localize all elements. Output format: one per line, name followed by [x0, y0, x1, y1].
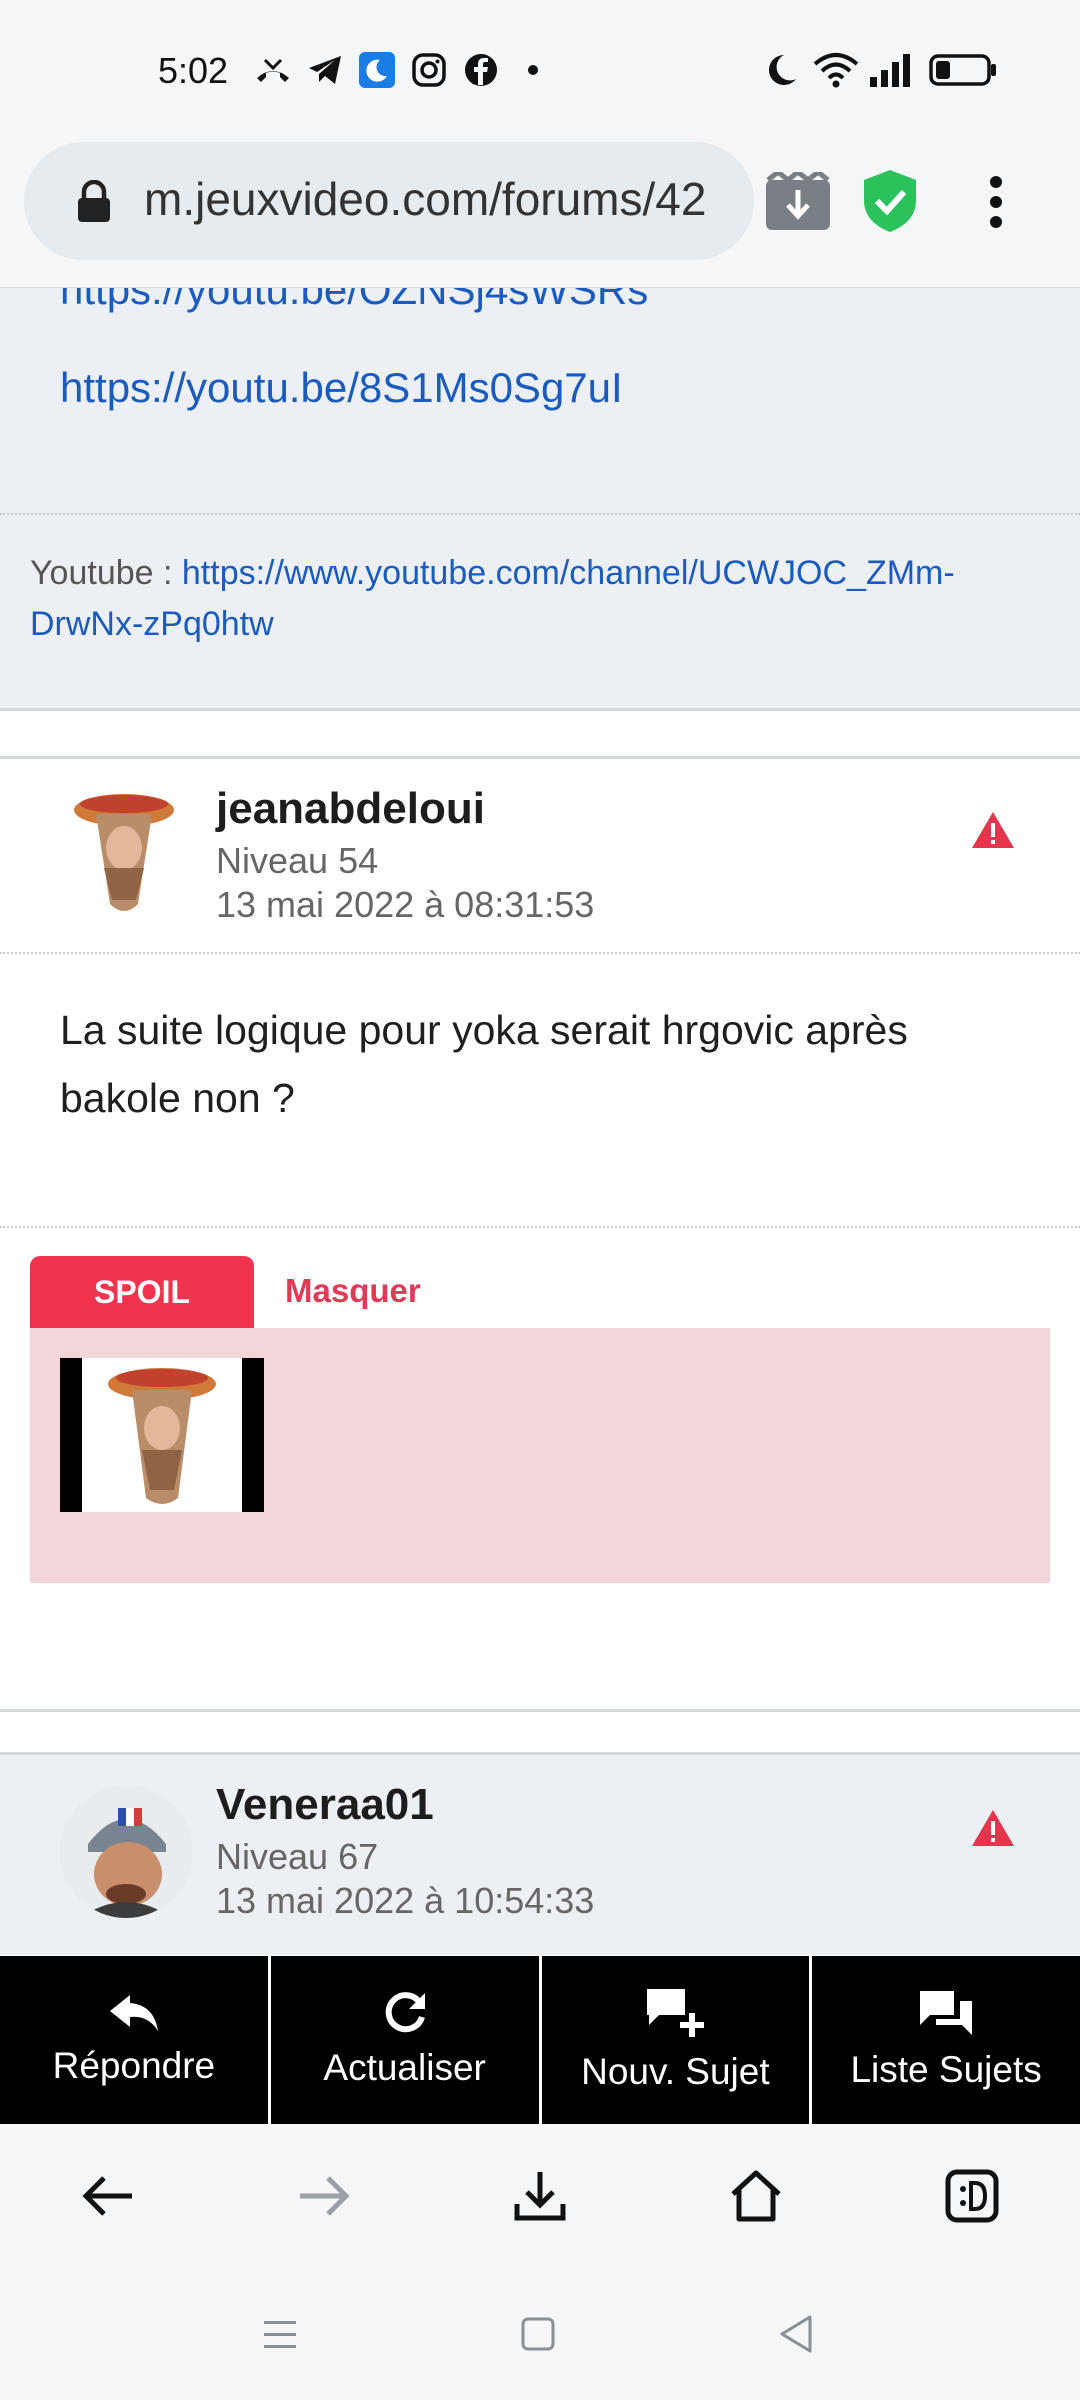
tabs-button[interactable] [932, 2156, 1012, 2236]
previous-post-cut-area: https://youtu.be/OZNSj4sWSRs [0, 288, 1080, 318]
shield-check-icon[interactable] [862, 168, 918, 234]
refresh-label: Actualiser [323, 2047, 486, 2088]
forward-arrow-icon [300, 2176, 350, 2216]
post-body: La suite logique pour yoka serait hrgovi… [60, 1007, 908, 1121]
divider [0, 1226, 1080, 1228]
reply-icon [109, 1995, 158, 2031]
more-menu-icon[interactable] [986, 174, 1006, 230]
missed-call-icon [252, 50, 294, 90]
topic-list-label: Liste Sujets [850, 2049, 1042, 2090]
new-topic-icon [647, 1989, 705, 2037]
post-date[interactable]: 13 mai 2022 à 10:54:33 [216, 1880, 594, 1922]
avatar[interactable] [62, 784, 186, 920]
battery-icon [928, 50, 998, 90]
signature: Youtube : https://www.youtube.com/channe… [30, 548, 1040, 650]
divider [0, 952, 1080, 954]
report-warning-icon[interactable] [970, 1808, 1016, 1848]
wifi-icon [812, 50, 860, 90]
report-warning-icon[interactable] [970, 810, 1016, 850]
post-author[interactable]: jeanabdeloui [216, 784, 485, 834]
download-icon [514, 2172, 566, 2221]
refresh-button[interactable]: Actualiser [271, 1956, 542, 2124]
system-back-icon[interactable] [778, 2314, 814, 2354]
forward-button[interactable] [284, 2156, 364, 2236]
hide-spoiler-button[interactable]: Masquer [285, 1272, 421, 1310]
spoiler-label-text: SPOIL [93, 1273, 190, 1310]
home-square-icon[interactable] [520, 2316, 556, 2352]
reply-button[interactable]: Répondre [0, 1956, 271, 2124]
back-arrow-icon [82, 2176, 132, 2216]
tabs-icon [945, 2169, 999, 2223]
lock-icon [76, 179, 116, 224]
downloads-button[interactable] [500, 2156, 580, 2236]
cut-off-link[interactable]: https://youtu.be/OZNSj4sWSRs [60, 288, 648, 314]
spoiler-label: SPOIL [30, 1256, 254, 1328]
signal-icon [866, 50, 914, 90]
more-notifications-icon [520, 50, 546, 90]
video-download-icon[interactable] [764, 168, 834, 234]
signature-label: Youtube : [30, 554, 182, 592]
youtube-link[interactable]: https://youtu.be/8S1Ms0Sg7uI [60, 364, 623, 412]
night-mode-app-icon [356, 50, 398, 90]
avatar[interactable] [60, 1786, 192, 1918]
recents-menu-icon[interactable] [262, 2316, 298, 2352]
spoiler-image[interactable] [60, 1358, 264, 1512]
topic-list-icon [920, 1991, 973, 2035]
reply-label: Répondre [52, 2045, 216, 2086]
post-level: Niveau 54 [216, 840, 379, 881]
new-topic-button[interactable]: Nouv. Sujet [542, 1956, 813, 2124]
url-text[interactable]: m.jeuxvideo.com/forums/42 [144, 172, 734, 226]
do-not-disturb-icon [762, 50, 802, 90]
instagram-icon [408, 50, 450, 90]
browser-bottom-nav [0, 2124, 1080, 2270]
home-button[interactable] [716, 2156, 796, 2236]
post-level: Niveau 67 [216, 1836, 379, 1877]
divider [0, 513, 1080, 515]
status-time: 5:02 [158, 50, 229, 91]
facebook-icon [460, 50, 502, 90]
post-date[interactable]: 13 mai 2022 à 08:31:53 [216, 884, 594, 926]
new-topic-label: Nouv. Sujet [581, 2051, 770, 2092]
post-author[interactable]: Veneraa01 [216, 1780, 434, 1830]
topic-list-button[interactable]: Liste Sujets [812, 1956, 1080, 2124]
back-button[interactable] [68, 2156, 148, 2236]
telegram-icon [304, 50, 346, 90]
refresh-icon [385, 1992, 425, 2033]
forum-action-bar: Répondre Actualiser Nouv. Sujet Liste Su… [0, 1956, 1080, 2124]
home-icon [731, 2170, 781, 2222]
